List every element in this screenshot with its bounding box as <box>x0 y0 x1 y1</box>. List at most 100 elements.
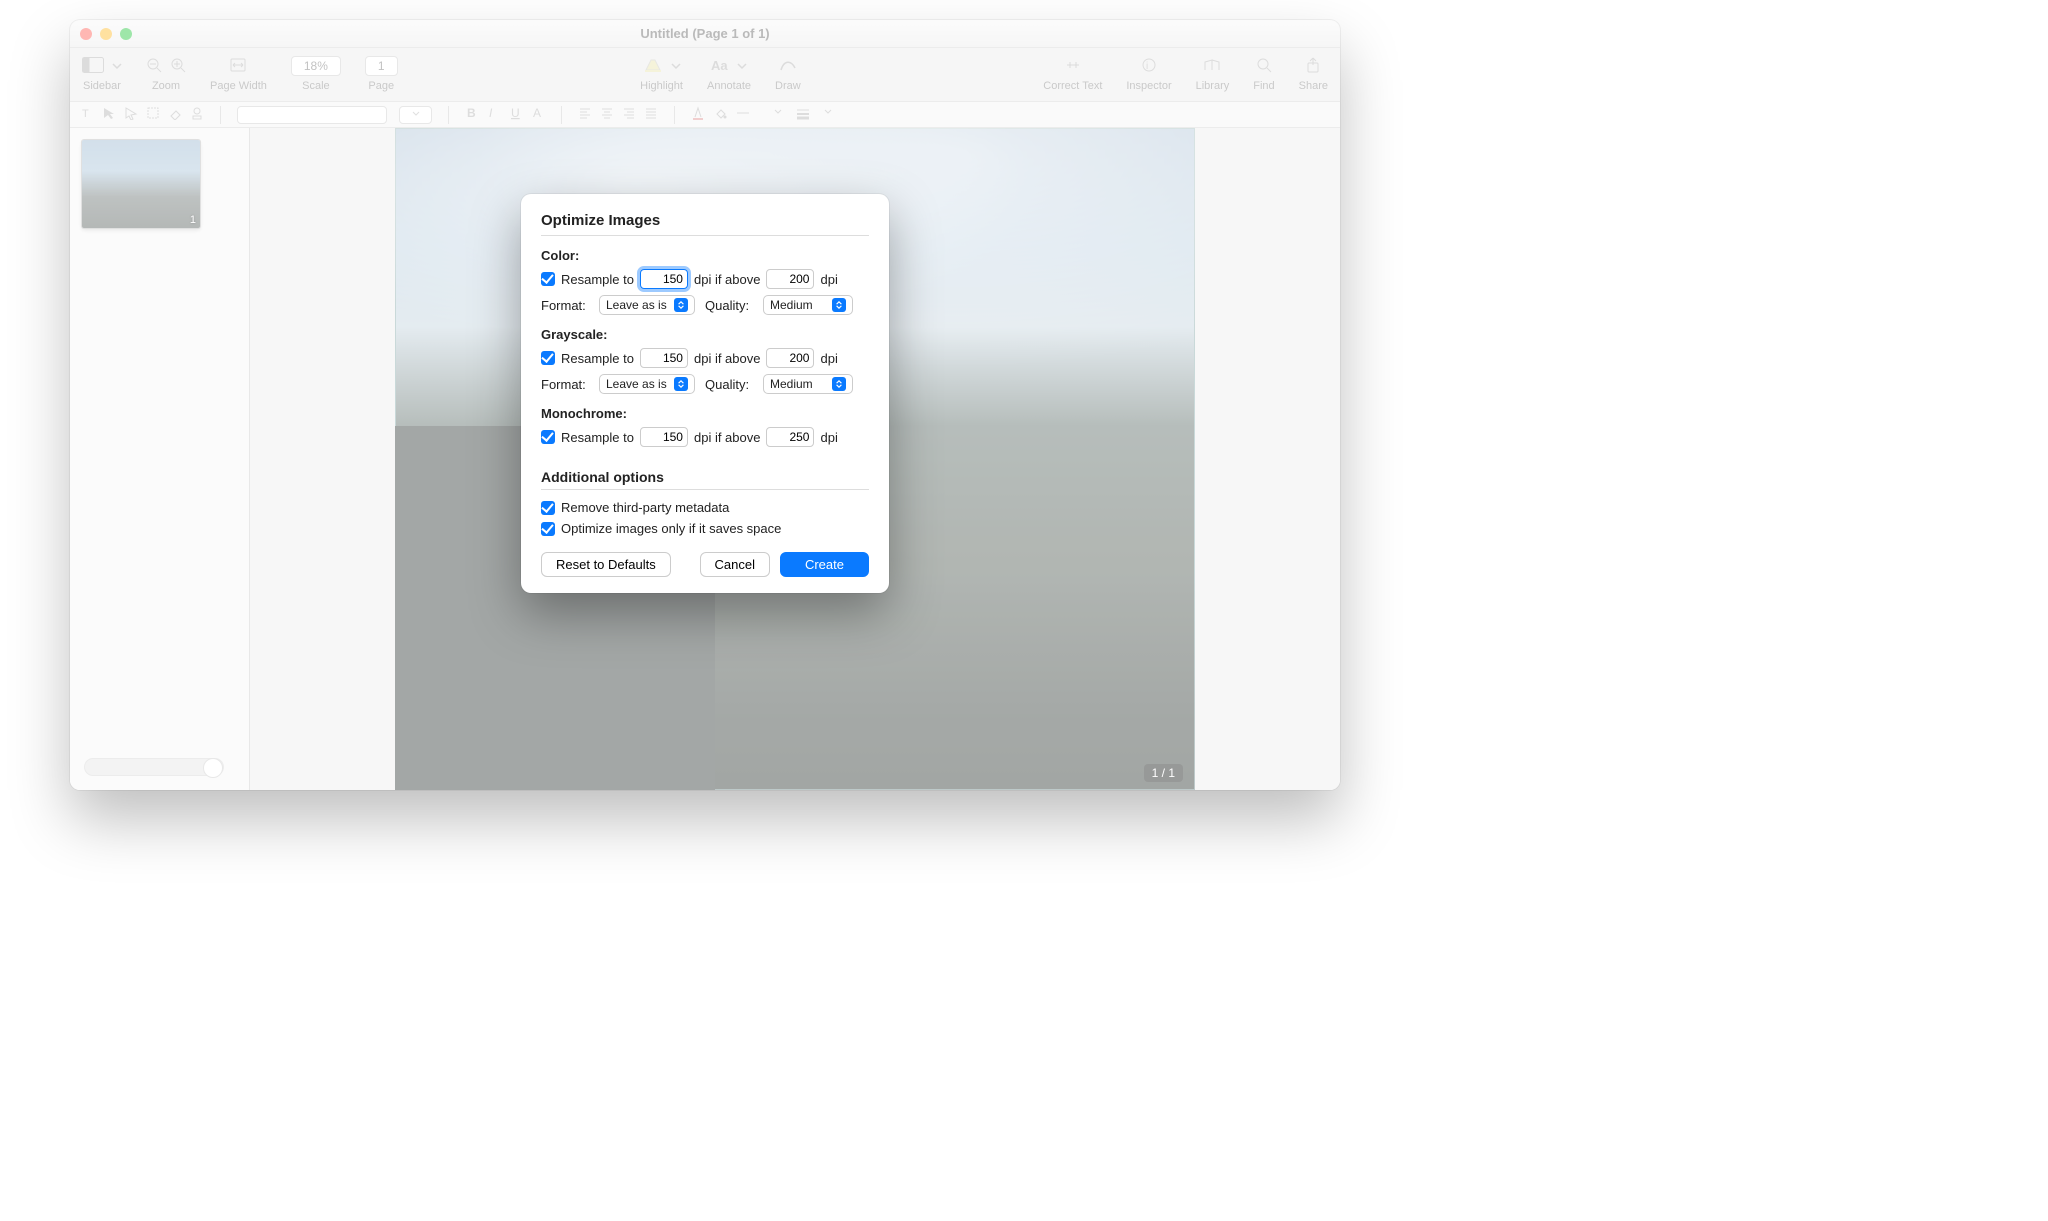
highlight-icon[interactable] <box>643 57 663 76</box>
svg-text:T: T <box>82 108 89 120</box>
text-style-icon[interactable]: A <box>531 106 545 123</box>
arrow-tool-icon[interactable] <box>102 106 116 123</box>
window-close-button[interactable] <box>80 28 92 40</box>
mono-ifabove-dpi-field[interactable] <box>766 427 814 447</box>
select-tool-icon[interactable] <box>146 106 160 123</box>
line-style-icon[interactable] <box>735 106 765 123</box>
correct-text-icon[interactable] <box>1064 58 1082 75</box>
color-ifabove-dpi-field[interactable] <box>766 269 814 289</box>
zoom-label: Zoom <box>152 80 180 92</box>
align-center-icon[interactable] <box>600 106 614 123</box>
svg-text:U: U <box>511 106 520 120</box>
draw-label: Draw <box>775 80 801 92</box>
color-resample-label: Resample to <box>561 272 634 287</box>
updown-icon <box>674 298 688 312</box>
grayscale-resample-dpi-field[interactable] <box>640 348 688 368</box>
inspector-icon[interactable]: i <box>1141 57 1157 76</box>
sidebar-toggle-icon[interactable] <box>82 57 104 76</box>
align-right-icon[interactable] <box>622 106 636 123</box>
window-minimize-button[interactable] <box>100 28 112 40</box>
remove-metadata-checkbox[interactable] <box>541 501 555 515</box>
text-tool-icon[interactable]: T <box>80 106 94 123</box>
create-button[interactable]: Create <box>780 552 869 577</box>
eraser-tool-icon[interactable] <box>168 106 182 123</box>
fill-color-icon[interactable] <box>713 106 727 123</box>
scale-field[interactable]: 18% <box>291 56 341 76</box>
find-icon[interactable] <box>1256 57 1272 76</box>
grayscale-quality-value: Medium <box>770 377 813 391</box>
color-ifabove-label: dpi if above <box>694 272 761 287</box>
color-heading: Color: <box>541 248 869 263</box>
scrubber-knob[interactable] <box>203 758 223 778</box>
chevron-down-icon[interactable] <box>773 106 787 123</box>
chevron-down-icon[interactable] <box>823 106 837 123</box>
additional-options-heading: Additional options <box>541 469 869 485</box>
font-family-select[interactable] <box>237 106 387 124</box>
color-format-select[interactable]: Leave as is <box>599 295 695 315</box>
color-quality-select[interactable]: Medium <box>763 295 853 315</box>
sidebar-label: Sidebar <box>83 80 121 92</box>
window-zoom-button[interactable] <box>120 28 132 40</box>
svg-text:B: B <box>467 106 476 120</box>
chevron-down-icon[interactable] <box>737 59 747 74</box>
page-thumbnail[interactable]: 1 <box>82 140 200 228</box>
color-quality-value: Medium <box>770 298 813 312</box>
svg-text:I: I <box>489 106 493 120</box>
stamp-tool-icon[interactable] <box>190 106 204 123</box>
optimize-space-label: Optimize images only if it saves space <box>561 521 781 536</box>
library-icon[interactable] <box>1203 58 1221 75</box>
mono-ifabove-label: dpi if above <box>694 430 761 445</box>
format-toolbar: T B I U A <box>70 102 1340 128</box>
chevron-down-icon[interactable] <box>112 59 122 74</box>
font-size-select[interactable] <box>399 106 432 124</box>
text-color-icon[interactable] <box>691 106 705 123</box>
thumbnail-sidebar: 1 <box>70 128 250 790</box>
color-quality-label: Quality: <box>705 298 753 313</box>
color-format-label: Format: <box>541 298 589 313</box>
grayscale-quality-select[interactable]: Medium <box>763 374 853 394</box>
grayscale-format-select[interactable]: Leave as is <box>599 374 695 394</box>
annotate-icon[interactable]: Aa <box>711 58 729 75</box>
bold-icon[interactable]: B <box>465 106 479 123</box>
dpi-unit: dpi <box>820 351 837 366</box>
zoom-scrubber[interactable] <box>84 758 224 776</box>
optimize-space-checkbox[interactable] <box>541 522 555 536</box>
draw-icon[interactable] <box>779 58 797 75</box>
dialog-title: Optimize Images <box>541 212 869 229</box>
color-resample-checkbox[interactable] <box>541 272 555 286</box>
correct-text-label: Correct Text <box>1043 80 1102 92</box>
cancel-button[interactable]: Cancel <box>700 552 770 577</box>
italic-icon[interactable]: I <box>487 106 501 123</box>
grayscale-ifabove-dpi-field[interactable] <box>766 348 814 368</box>
svg-text:A: A <box>533 106 541 120</box>
zoom-in-icon[interactable] <box>170 57 186 76</box>
color-resample-dpi-field[interactable] <box>640 269 688 289</box>
app-window: Untitled (Page 1 of 1) Sidebar <box>70 20 1340 790</box>
grayscale-format-label: Format: <box>541 377 589 392</box>
scale-label: Scale <box>302 80 330 92</box>
inspector-label: Inspector <box>1126 80 1171 92</box>
align-justify-icon[interactable] <box>644 106 658 123</box>
zoom-out-icon[interactable] <box>146 57 162 76</box>
align-left-icon[interactable] <box>578 106 592 123</box>
mono-resample-dpi-field[interactable] <box>640 427 688 447</box>
mono-resample-checkbox[interactable] <box>541 430 555 444</box>
dpi-unit: dpi <box>820 272 837 287</box>
grayscale-resample-checkbox[interactable] <box>541 351 555 365</box>
page-width-icon[interactable] <box>229 58 247 75</box>
pointer-tool-icon[interactable] <box>124 106 138 123</box>
chevron-down-icon[interactable] <box>671 59 681 74</box>
reset-defaults-button[interactable]: Reset to Defaults <box>541 552 671 577</box>
svg-text:Aa: Aa <box>711 58 728 72</box>
updown-icon <box>674 377 688 391</box>
page-field[interactable]: 1 <box>365 56 398 76</box>
share-icon[interactable] <box>1306 57 1320 76</box>
grayscale-resample-label: Resample to <box>561 351 634 366</box>
updown-icon <box>832 377 846 391</box>
page-label: Page <box>368 80 394 92</box>
underline-icon[interactable]: U <box>509 106 523 123</box>
titlebar: Untitled (Page 1 of 1) <box>70 20 1340 48</box>
svg-text:i: i <box>1146 61 1148 72</box>
updown-icon <box>832 298 846 312</box>
line-weight-icon[interactable] <box>795 106 815 123</box>
